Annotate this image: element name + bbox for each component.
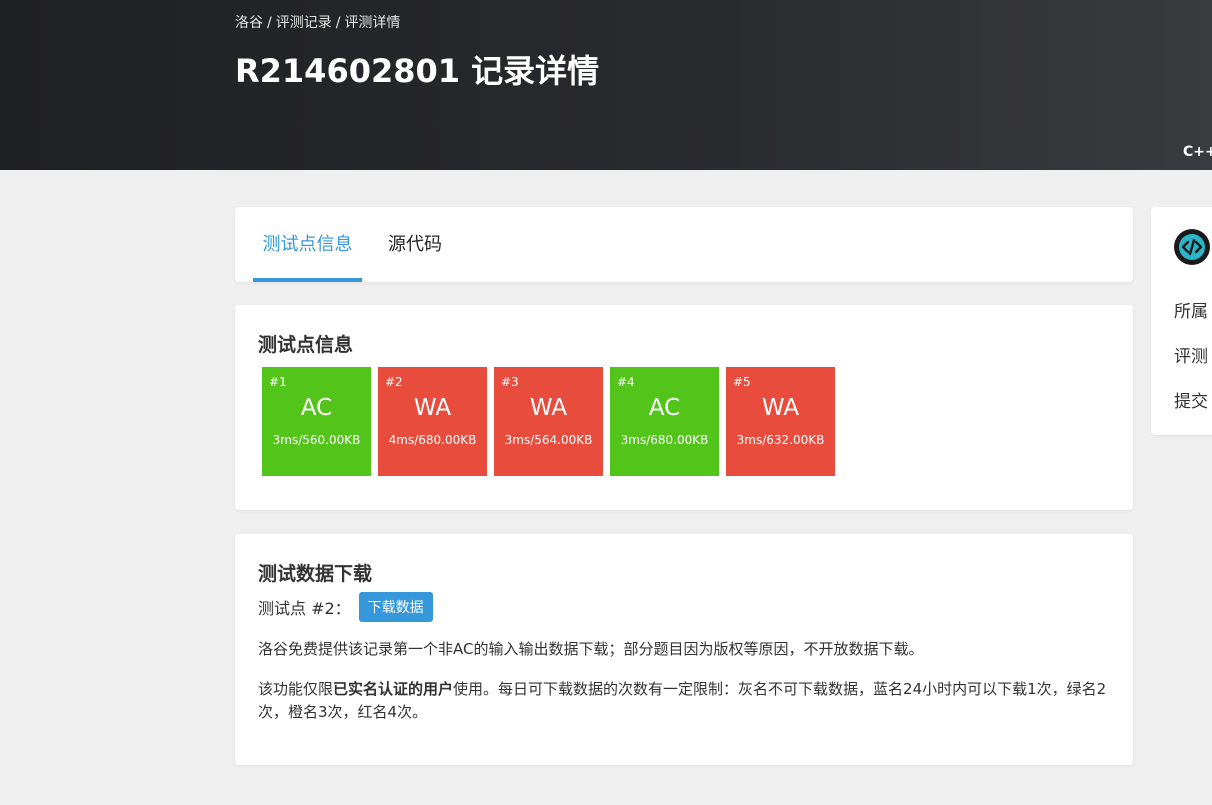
tab-test-info[interactable]: 测试点信息 bbox=[253, 207, 362, 282]
download-test-label: 测试点 #2： bbox=[258, 599, 351, 618]
test-case-stats: 3ms/632.00KB bbox=[736, 433, 825, 447]
test-info-title: 测试点信息 bbox=[258, 334, 354, 356]
breadcrumb-home[interactable]: 洛谷 bbox=[235, 15, 263, 31]
download-limits: 该功能仅限已实名认证的用户使用。每日可下载数据的次数有一定限制：灰名不可下载数据… bbox=[258, 678, 1108, 724]
test-case-stats: 4ms/680.00KB bbox=[388, 433, 477, 447]
download-card: 测试数据下载 测试点 #2： 下载数据 洛谷免费提供该记录第一个非AC的输入输出… bbox=[235, 534, 1133, 765]
test-case-status: AC bbox=[300, 395, 333, 421]
test-info-card: 测试点信息 #1 AC 3ms/560.00KB #2 WA 4ms/680.0… bbox=[235, 305, 1133, 510]
test-case-number: #1 bbox=[269, 375, 287, 389]
test-case-number: #4 bbox=[617, 375, 635, 389]
test-case-number: #5 bbox=[733, 375, 751, 389]
breadcrumb-records[interactable]: 评测记录 bbox=[276, 15, 332, 31]
download-notice: 洛谷免费提供该记录第一个非AC的输入输出数据下载；部分题目因为版权等原因，不开放… bbox=[258, 640, 924, 658]
test-case-stats: 3ms/680.00KB bbox=[620, 433, 709, 447]
breadcrumb-separator: / bbox=[267, 15, 272, 31]
test-case-stats: 3ms/564.00KB bbox=[504, 433, 593, 447]
test-case-status: AC bbox=[648, 395, 681, 421]
download-row: 测试点 #2： 下载数据 bbox=[258, 592, 433, 622]
download-limits-bold: 已实名认证的用户 bbox=[333, 680, 454, 698]
side-label-judge: 评测 bbox=[1174, 347, 1208, 367]
test-case-number: #2 bbox=[385, 375, 403, 389]
tab-bar: 测试点信息 源代码 bbox=[235, 207, 1133, 282]
test-case-2[interactable]: #2 WA 4ms/680.00KB bbox=[378, 367, 487, 476]
test-case-number: #3 bbox=[501, 375, 519, 389]
code-icon bbox=[1174, 229, 1210, 265]
side-label-belongs: 所属 bbox=[1174, 302, 1208, 322]
test-case-status: WA bbox=[761, 395, 800, 421]
page-title: R214602801 记录详情 bbox=[235, 52, 600, 90]
test-case-list: #1 AC 3ms/560.00KB #2 WA 4ms/680.00KB #3… bbox=[262, 367, 842, 476]
tab-source-code[interactable]: 源代码 bbox=[385, 207, 445, 282]
page-header: 洛谷 / 评测记录 / 评测详情 R214602801 记录详情 C++ bbox=[0, 0, 1212, 170]
test-case-4[interactable]: #4 AC 3ms/680.00KB bbox=[610, 367, 719, 476]
breadcrumb-detail[interactable]: 评测详情 bbox=[344, 15, 400, 31]
breadcrumb-separator: / bbox=[335, 15, 341, 31]
test-case-5[interactable]: #5 WA 3ms/632.00KB bbox=[726, 367, 835, 476]
test-case-3[interactable]: #3 WA 3ms/564.00KB bbox=[494, 367, 603, 476]
test-case-status: WA bbox=[529, 395, 568, 421]
side-info-card: 所属 评测 提交 bbox=[1151, 207, 1212, 435]
test-case-1[interactable]: #1 AC 3ms/560.00KB bbox=[262, 367, 371, 476]
download-data-button[interactable]: 下载数据 bbox=[358, 592, 433, 622]
download-limits-prefix: 该功能仅限 bbox=[258, 680, 334, 698]
language-label: C++ bbox=[1183, 144, 1212, 160]
test-case-status: WA bbox=[413, 395, 452, 421]
breadcrumb: 洛谷 / 评测记录 / 评测详情 bbox=[235, 12, 400, 32]
test-case-stats: 3ms/560.00KB bbox=[272, 433, 361, 447]
side-label-submit: 提交 bbox=[1174, 392, 1208, 412]
download-title: 测试数据下载 bbox=[258, 563, 373, 585]
